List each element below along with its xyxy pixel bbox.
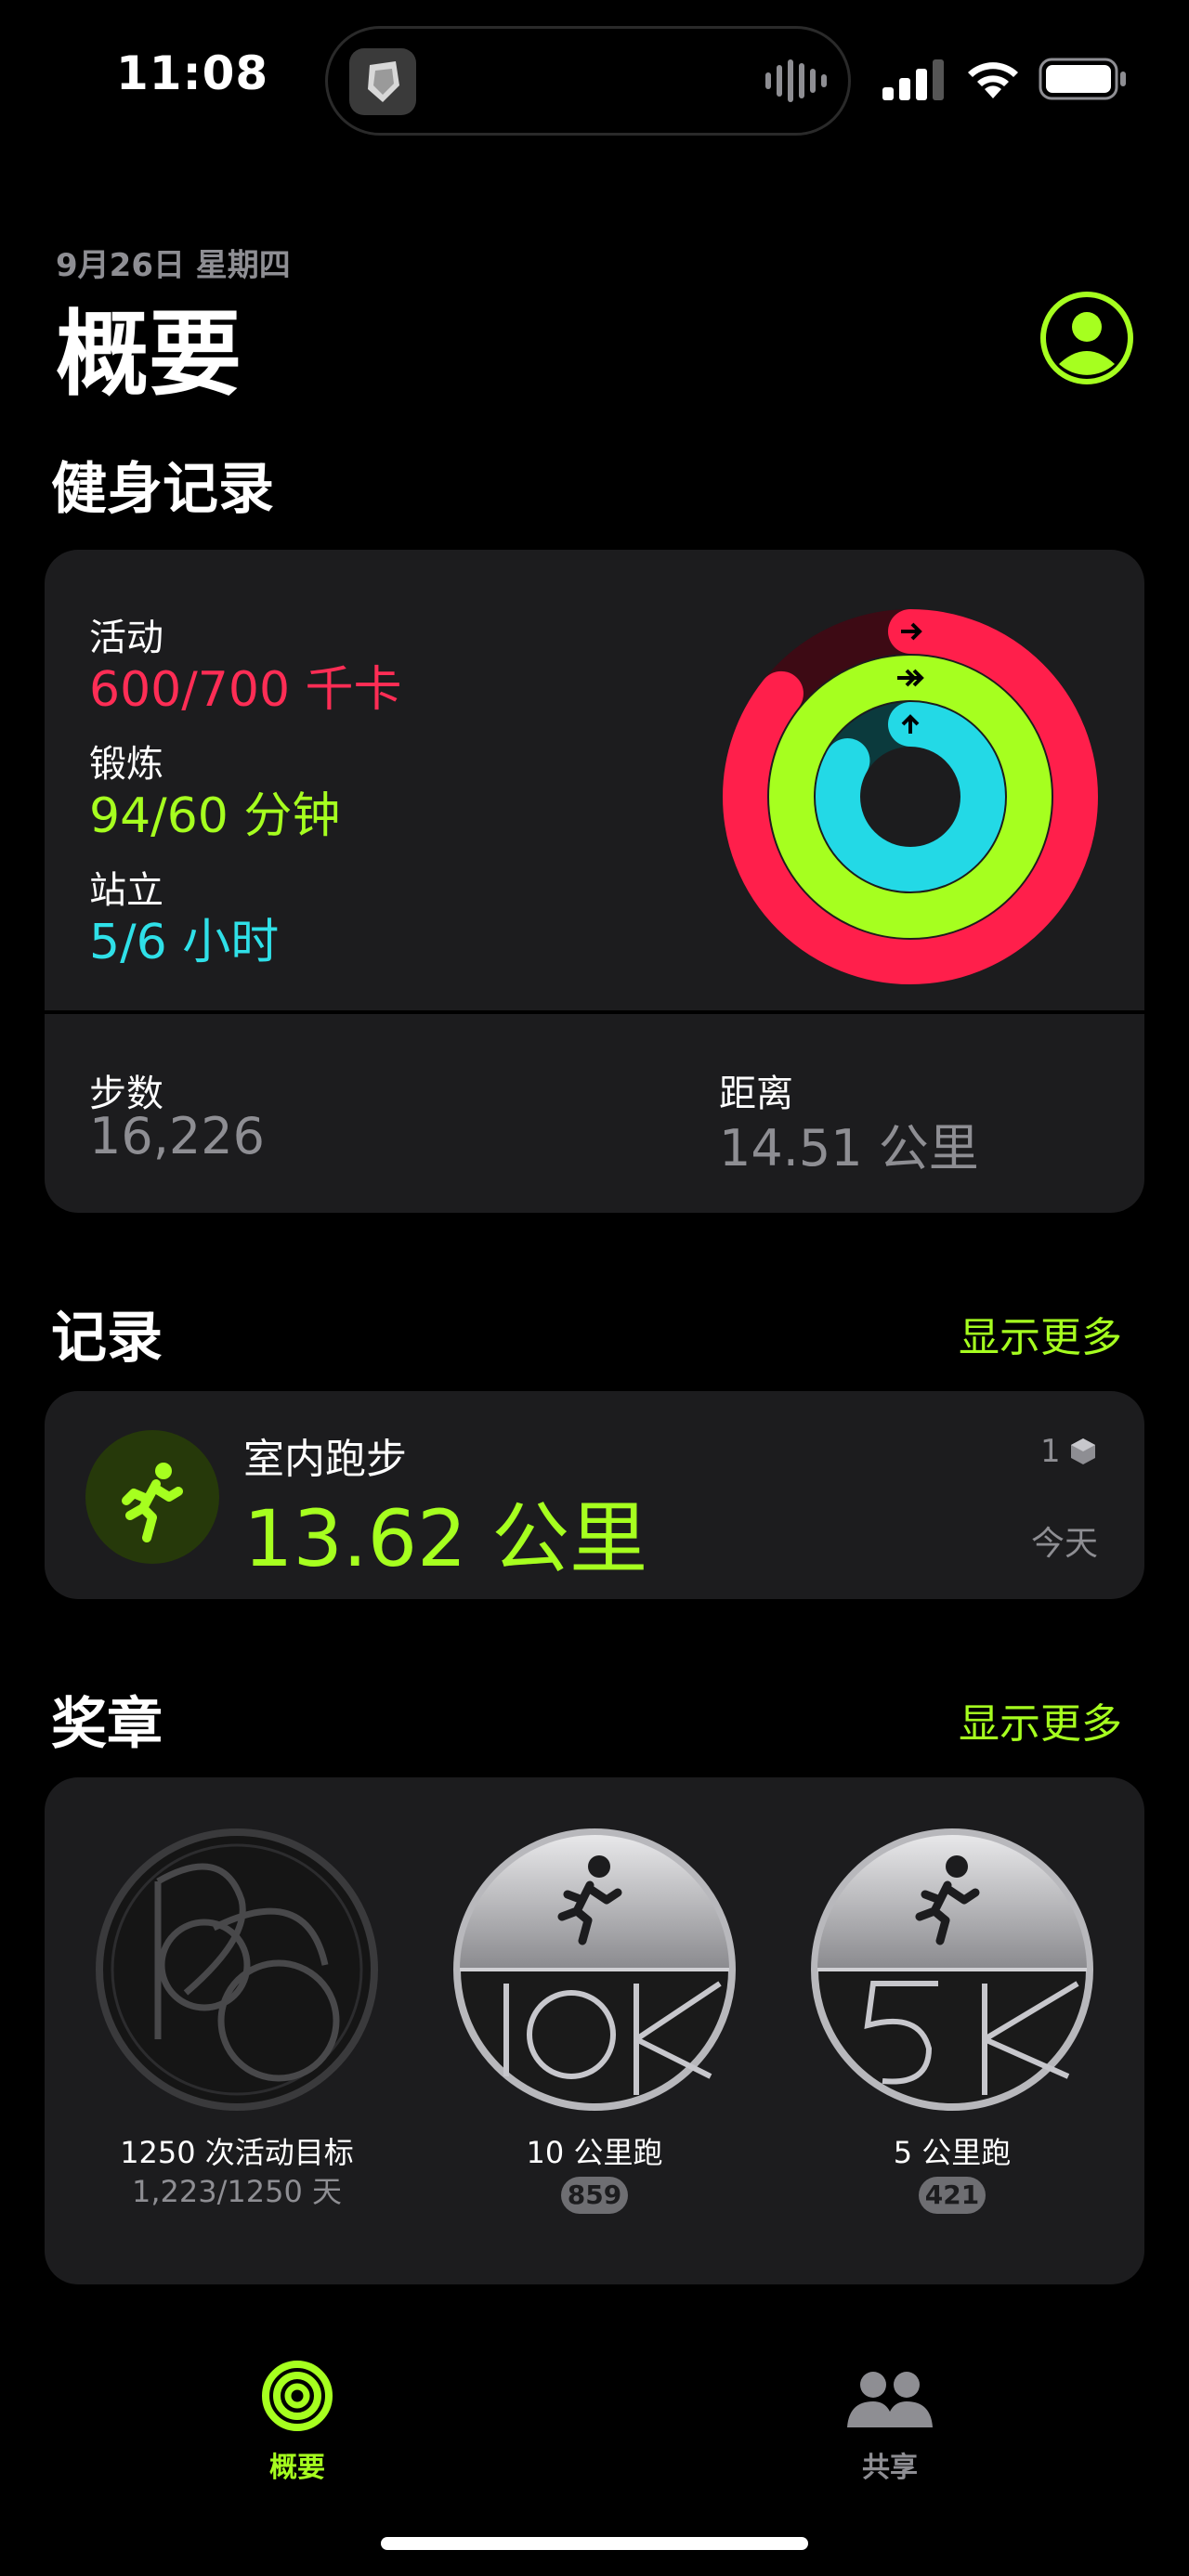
1250-medal-icon[interactable] — [93, 1826, 381, 2114]
tab-sharing[interactable] — [845, 2366, 934, 2433]
status-time: 11:08 — [116, 46, 269, 100]
records-show-more-link[interactable]: 显示更多 — [959, 1304, 1122, 1363]
award-name: 1250 次活动目标 — [120, 2135, 354, 2170]
5k-medal-icon[interactable] — [808, 1826, 1096, 2114]
person-circle-icon — [1040, 292, 1133, 384]
workout-count: 1 — [1040, 1433, 1061, 1470]
wifi-icon — [964, 56, 1022, 100]
award-name: 10 公里跑 — [526, 2135, 663, 2170]
award-count-badge: 421 — [919, 2177, 986, 2214]
tab-summary-label[interactable]: 概要 — [232, 2444, 362, 2485]
sharing-people-icon — [847, 2372, 933, 2427]
tab-sharing-label[interactable]: 共享 — [825, 2444, 955, 2485]
records-section-title: 记录 — [51, 1306, 163, 1371]
tab-summary[interactable] — [260, 2359, 334, 2433]
award-count-badge: 859 — [561, 2177, 628, 2214]
10k-medal-icon[interactable] — [451, 1826, 738, 2114]
profile-avatar-button[interactable] — [1039, 290, 1135, 386]
page-title: 概要 — [56, 300, 242, 409]
steps-value: 16,226 — [89, 1107, 265, 1165]
home-indicator[interactable] — [381, 2537, 808, 2550]
award-progress: 1,223/1250 天 — [131, 2174, 342, 2209]
summary-rings-icon — [262, 2361, 333, 2431]
workout-date: 今天 — [1031, 1525, 1099, 1563]
fitness-section-title: 健身记录 — [51, 457, 274, 522]
cellular-signal-icon — [882, 59, 946, 100]
awards-show-more-link[interactable]: 显示更多 — [959, 1690, 1122, 1750]
distance-value: 14.51 公里 — [719, 1119, 979, 1177]
stand-value: 5/6 小时 — [89, 915, 280, 970]
activity-rings-icon — [715, 602, 1105, 992]
stand-ring — [816, 702, 1005, 891]
move-value: 600/700 千卡 — [89, 662, 402, 718]
awards-section-title: 奖章 — [51, 1692, 163, 1757]
app-activity-icon — [349, 48, 416, 115]
award-name: 5 公里跑 — [893, 2135, 1012, 2170]
battery-icon — [1039, 58, 1128, 100]
workout-distance: 13.62 公里 — [243, 1493, 648, 1584]
audio-wave-icon — [764, 58, 829, 104]
exercise-value: 94/60 分钟 — [89, 788, 341, 844]
running-figure-icon — [85, 1430, 219, 1564]
card-divider — [45, 1010, 1144, 1014]
watch-device-icon — [1068, 1437, 1098, 1466]
